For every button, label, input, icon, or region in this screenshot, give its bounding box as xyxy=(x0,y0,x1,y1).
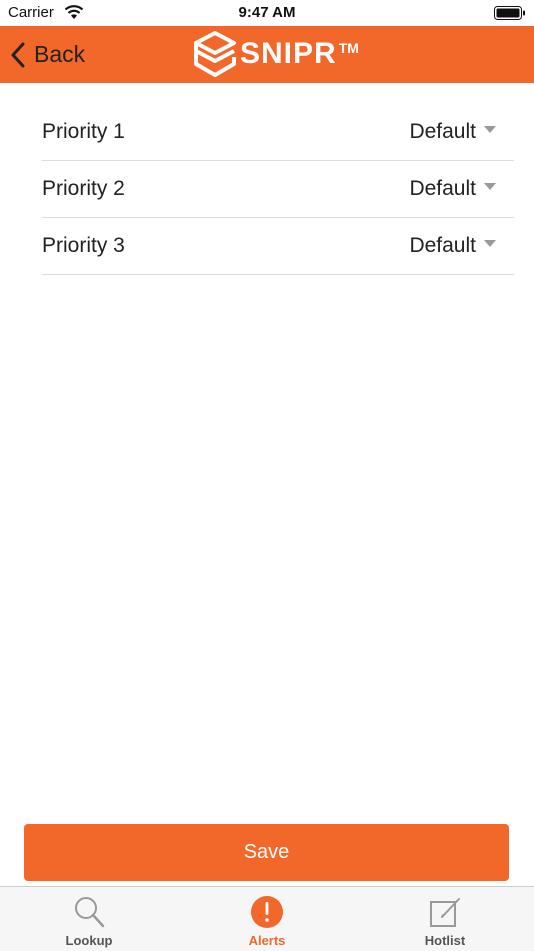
priority-row-1: Priority 1 Default xyxy=(42,104,514,161)
priority-1-dropdown[interactable]: Default xyxy=(409,120,514,144)
snipr-logo: SNIPR TM xyxy=(192,28,359,80)
caret-down-icon xyxy=(484,239,496,247)
caret-down-icon xyxy=(484,125,496,133)
priority-label: Priority 1 xyxy=(42,120,125,143)
chevron-left-icon xyxy=(11,42,25,67)
priority-list: Priority 1 Default Priority 2 Default Pr… xyxy=(42,104,514,275)
tab-label: Alerts xyxy=(248,933,286,948)
logo-mark-icon xyxy=(194,31,236,77)
status-bar: Carrier 9:47 AM xyxy=(0,0,534,26)
dropdown-value: Default xyxy=(409,177,476,200)
caret-down-icon xyxy=(484,182,496,190)
priority-3-dropdown[interactable]: Default xyxy=(409,234,514,258)
navigation-bar: Back SNIPR TM xyxy=(0,26,534,83)
back-label: Back xyxy=(34,41,86,67)
dropdown-value: Default xyxy=(409,120,476,143)
priority-row-2: Priority 2 Default xyxy=(42,161,514,218)
back-button[interactable]: Back xyxy=(10,26,85,83)
save-button[interactable]: Save xyxy=(24,824,509,881)
logo-text: SNIPR xyxy=(240,37,337,70)
dropdown-value: Default xyxy=(409,234,476,257)
tab-label: Hotlist xyxy=(424,933,466,948)
priority-row-3: Priority 3 Default xyxy=(42,218,514,275)
alert-icon xyxy=(251,896,283,928)
tab-alerts[interactable]: Alerts xyxy=(178,887,356,951)
logo-trademark: TM xyxy=(338,40,359,56)
clock: 9:47 AM xyxy=(238,4,296,21)
battery-icon xyxy=(494,6,525,20)
tab-label: Lookup xyxy=(65,933,113,948)
tab-hotlist[interactable]: Hotlist xyxy=(356,887,534,951)
priority-2-dropdown[interactable]: Default xyxy=(409,177,514,201)
magnifier-icon xyxy=(75,897,105,928)
tab-bar: Lookup Alerts Hotlist xyxy=(0,886,534,951)
edit-icon xyxy=(430,898,460,927)
priority-label: Priority 2 xyxy=(42,177,125,200)
priority-label: Priority 3 xyxy=(42,234,125,257)
tab-lookup[interactable]: Lookup xyxy=(0,887,178,951)
